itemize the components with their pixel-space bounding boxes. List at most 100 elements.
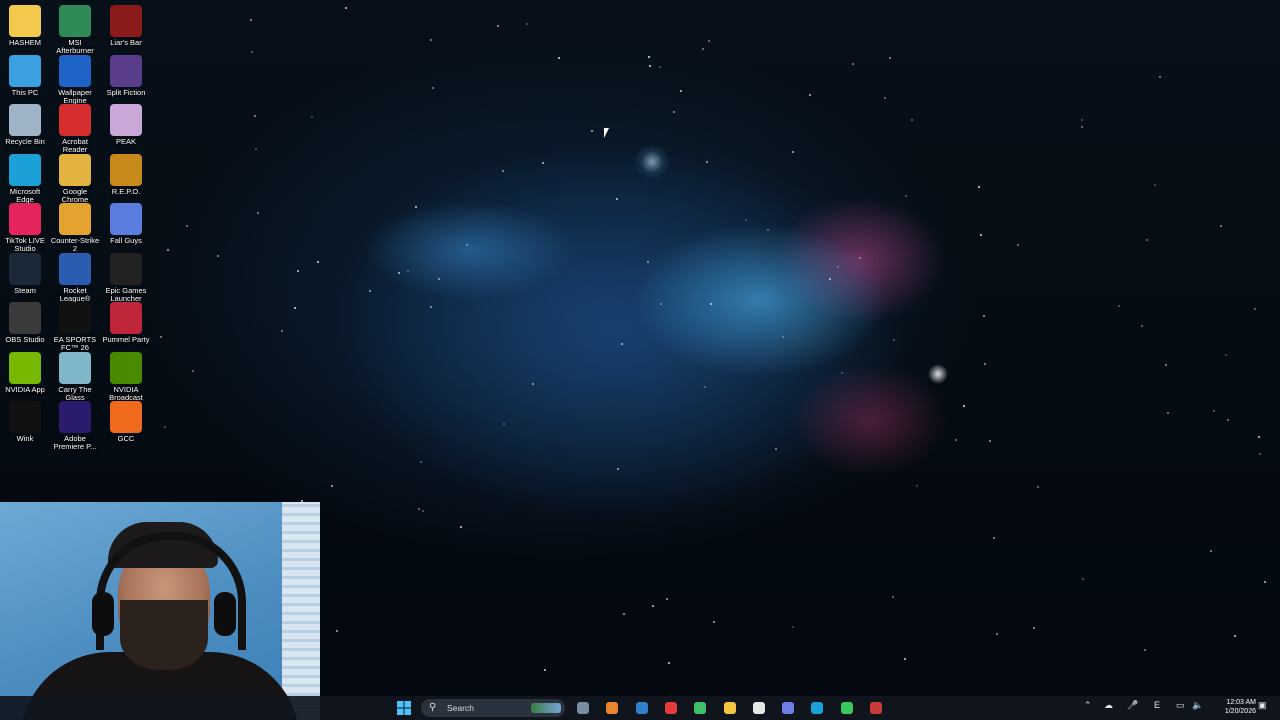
taskbar-search[interactable]: ⚲ Search	[421, 699, 565, 717]
store-glyph	[635, 702, 648, 714]
desktop-shortcut-label: Pummel Party	[102, 335, 150, 344]
clock-date: 1/20/2026	[1224, 708, 1256, 715]
desktop-shortcut[interactable]: MSI Afterburner	[50, 5, 100, 55]
record-app-icon[interactable]	[662, 699, 680, 717]
star	[1154, 184, 1156, 186]
desktop-shortcut[interactable]: Recycle Bin	[0, 104, 50, 146]
desktop-shortcut[interactable]: Epic Games Launcher	[101, 252, 151, 303]
desktop-shortcut[interactable]: Steam	[0, 252, 50, 295]
star	[160, 336, 162, 338]
xbox-icon[interactable]	[691, 699, 709, 717]
star	[713, 621, 715, 623]
star	[1167, 412, 1169, 414]
desktop-shortcut-label: Carry The Glass	[58, 384, 92, 402]
cloud-app-icon[interactable]	[603, 699, 621, 717]
star	[502, 170, 504, 172]
windows-start-icon[interactable]	[395, 699, 413, 717]
show-hidden-icons-chevron-icon[interactable]: ⌃	[1084, 700, 1092, 711]
desktop-shortcut[interactable]: Acrobat Reader	[50, 104, 100, 154]
desktop-shortcut-label: Counter-Strike 2	[50, 236, 100, 253]
desktop-shortcut[interactable]: Google Chrome	[50, 153, 100, 204]
launcher-icon[interactable]	[838, 699, 856, 717]
notifications-icon[interactable]: ▣	[1258, 700, 1267, 711]
desktop-shortcut[interactable]: Liar's Bar	[101, 5, 151, 47]
star	[1210, 550, 1212, 552]
star	[250, 19, 252, 21]
star	[432, 87, 434, 89]
star	[829, 278, 831, 280]
desktop-shortcut[interactable]: TikTok LIVE Studio	[0, 203, 50, 253]
onedrive-cloud-icon[interactable]: ☁	[1104, 700, 1113, 711]
star	[668, 662, 670, 664]
edge-icon[interactable]	[808, 699, 826, 717]
language-indicator[interactable]: E	[1154, 700, 1160, 710]
desktop-shortcut[interactable]: HASHEM	[0, 5, 50, 47]
desktop-shortcut[interactable]: Pummel Party	[101, 302, 151, 344]
volume-icon[interactable]: 🔈	[1192, 700, 1203, 711]
star	[673, 111, 675, 113]
desktop-shortcut-label: This PC	[11, 87, 39, 97]
edge-glyph	[811, 702, 824, 714]
desktop-shortcut[interactable]: NVIDIA App	[0, 351, 50, 394]
xbox-glyph	[694, 702, 707, 714]
star	[1254, 308, 1256, 310]
desktop-shortcut[interactable]: Fall Guys	[101, 203, 151, 245]
desktop-shortcut[interactable]: Carry The Glass	[50, 351, 100, 402]
settings-icon[interactable]	[574, 699, 592, 717]
star	[649, 65, 651, 67]
desktop-shortcut[interactable]: Adobe Premiere P...	[50, 401, 100, 451]
desktop-shortcut[interactable]: This PC	[0, 54, 50, 97]
record-app-glyph	[664, 702, 677, 714]
chrome-glyph	[752, 702, 765, 714]
desktop-shortcut[interactable]: R.E.P.O.	[101, 153, 151, 196]
star	[955, 439, 957, 441]
star	[438, 278, 440, 280]
star	[591, 130, 593, 132]
desktop-shortcut-label: GCC	[117, 434, 135, 443]
desktop-shortcut[interactable]: GCC	[101, 401, 151, 443]
star	[980, 234, 982, 236]
microphone-icon[interactable]: 🎤	[1127, 700, 1138, 711]
settings-glyph	[577, 702, 589, 714]
star	[680, 90, 682, 92]
desktop-shortcut[interactable]: Rocket League®	[50, 252, 100, 303]
desktop-shortcut[interactable]: NVIDIA Broadcast	[101, 351, 151, 402]
desktop-shortcut[interactable]: OBS Studio	[0, 302, 50, 344]
desktop-shortcut[interactable]: PEAK	[101, 104, 151, 146]
window-blinds	[282, 502, 320, 720]
desktop-shortcut[interactable]: Wallpaper Engine	[50, 54, 100, 105]
taskbar-clock[interactable]: 12:03 AM 1/20/2026	[1206, 698, 1256, 716]
desktop-shortcut-label: NVIDIA Broadcast	[109, 384, 143, 402]
file-explorer-icon[interactable]	[721, 699, 739, 717]
chrome-icon[interactable]	[750, 699, 768, 717]
split-fiction-icon	[110, 54, 142, 87]
desktop-shortcut[interactable]: EA SPORTS FC™ 26	[50, 302, 100, 352]
star	[647, 261, 649, 263]
star	[1144, 649, 1146, 651]
discord-icon[interactable]	[779, 699, 797, 717]
desktop-shortcut[interactable]: Wink	[0, 401, 50, 443]
wallpaper-engine-icon	[59, 54, 91, 87]
star	[841, 372, 843, 374]
star	[837, 266, 839, 268]
star	[430, 39, 432, 41]
star	[257, 212, 259, 214]
star	[852, 63, 854, 65]
star	[660, 303, 662, 305]
game-app-icon[interactable]	[867, 699, 885, 717]
discord-glyph	[782, 702, 795, 714]
star	[708, 40, 710, 42]
star	[623, 613, 625, 615]
star	[1118, 305, 1120, 307]
desktop-shortcut-label: Fall Guys	[110, 236, 142, 245]
counter-strike-icon	[59, 203, 91, 235]
desktop-shortcut[interactable]: Counter-Strike 2	[50, 203, 100, 253]
network-icon[interactable]: ▭	[1176, 700, 1185, 711]
desktop-shortcut[interactable]: Split Fiction	[101, 54, 151, 97]
desktop-shortcut[interactable]: Microsoft Edge	[0, 153, 50, 204]
star	[892, 596, 894, 598]
store-icon[interactable]	[633, 699, 651, 717]
launcher-glyph	[840, 702, 853, 714]
desktop-shortcut-label: Liar's Bar	[110, 38, 142, 47]
star	[983, 315, 985, 317]
